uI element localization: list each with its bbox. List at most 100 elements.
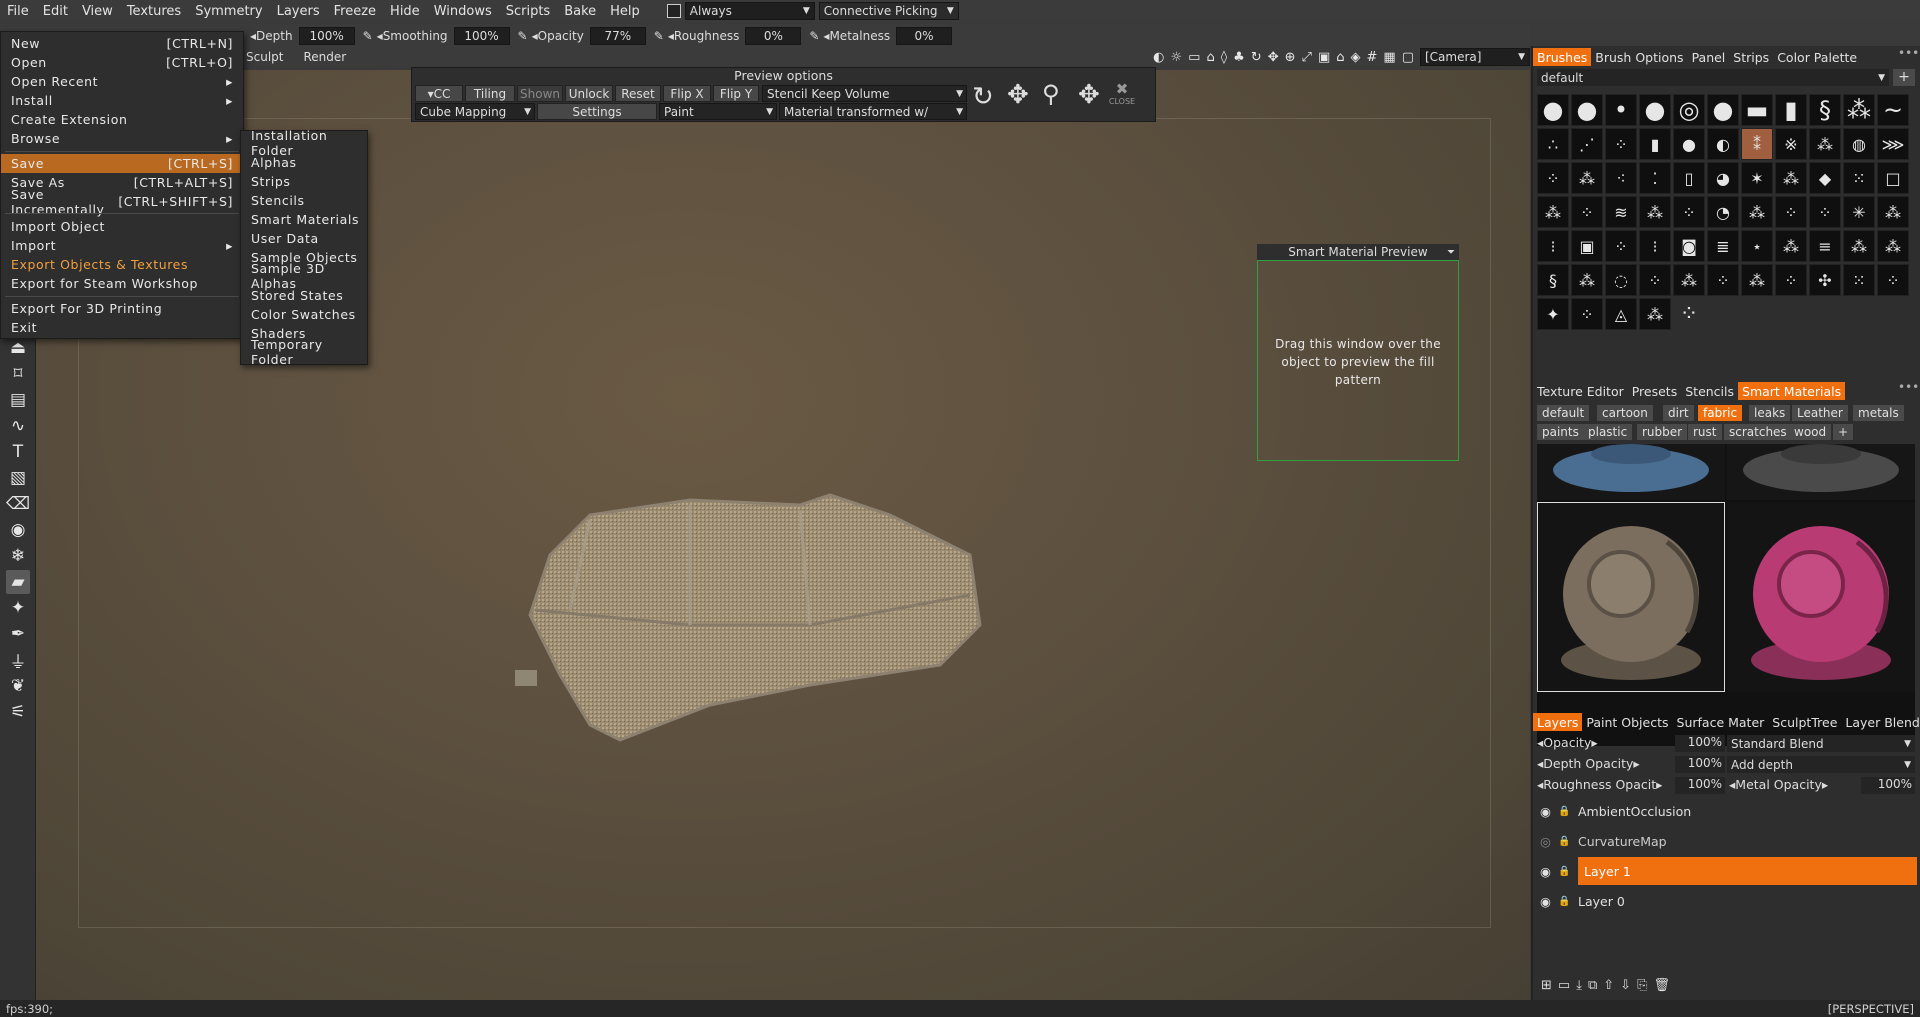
brush-alpha-thumb[interactable]: ⁙ (1843, 162, 1875, 194)
layer-row[interactable]: ◎ 🔒 CurvatureMap (1537, 826, 1917, 856)
drop-icon[interactable]: ◊ (1221, 50, 1227, 65)
brush-alpha-thumb[interactable]: ⁘ (1571, 298, 1603, 330)
tab-sculpt-tree[interactable]: SculptTree (1768, 713, 1841, 731)
tab-panel[interactable]: Panel (1688, 48, 1730, 66)
rotate-icon[interactable]: ↻ (972, 82, 994, 112)
eraser-tool-icon[interactable]: ⌫ (6, 492, 30, 516)
menu-symmetry[interactable]: Symmetry (188, 4, 269, 19)
brush-alpha-thumb[interactable]: ⁂ (1571, 264, 1603, 296)
smart-material-preview-window[interactable]: Drag this window over the object to prev… (1257, 260, 1459, 461)
category-metals[interactable]: metals (1853, 405, 1904, 421)
depth-field[interactable]: 100% (298, 27, 355, 45)
brush-alpha-thumb[interactable]: ● (1707, 94, 1739, 126)
category-plastic[interactable]: plastic (1583, 424, 1633, 440)
brush-alpha-thumb[interactable]: ◙ (1673, 230, 1705, 262)
move-down-icon[interactable]: ⇩ (1620, 978, 1631, 993)
camera-dropdown[interactable]: [Camera] ▼ (1420, 48, 1530, 66)
menu-view[interactable]: View (75, 4, 120, 19)
brush-alpha-thumb[interactable]: ▮ (1639, 128, 1671, 160)
brush-alpha-thumb[interactable]: ⁂ (1741, 196, 1773, 228)
category-paints[interactable]: paints (1537, 424, 1584, 440)
brush-icon[interactable]: ▭ (1188, 50, 1200, 65)
brush-alpha-thumb[interactable]: ⁂ (1537, 196, 1569, 228)
brush-alpha-thumb[interactable]: ⁝ (1537, 230, 1569, 262)
always-checkbox[interactable] (666, 4, 681, 18)
tab-layer-blending[interactable]: Layer Blendin (1841, 713, 1920, 731)
light-icon[interactable]: ☼ (1171, 50, 1183, 65)
menu-item-browse[interactable]: Browse ▸ (1, 129, 243, 148)
metalness-field[interactable]: 0% (896, 27, 953, 45)
tab-brush-options[interactable]: Brush Options (1591, 48, 1687, 66)
material-thumb-blue[interactable] (1537, 444, 1725, 500)
brush-alpha-thumb[interactable]: ⁘ (1877, 264, 1909, 296)
category-scratches[interactable]: scratches (1724, 424, 1792, 440)
brush-alpha-thumb[interactable]: ▣ (1571, 230, 1603, 262)
move-icon[interactable]: ✥ (1007, 80, 1029, 110)
rotate-icon[interactable]: ↻ (1251, 50, 1262, 65)
eye-icon[interactable]: ◉ (1540, 864, 1558, 879)
brush-alpha-thumb[interactable]: ⁂ (1843, 94, 1875, 126)
layer-row[interactable]: ◉ 🔒 AmbientOcclusion (1537, 796, 1917, 826)
3d-object[interactable] (510, 475, 990, 775)
brush-alpha-thumb[interactable]: ◍ (1843, 128, 1875, 160)
material-thumb-pink[interactable] (1727, 502, 1915, 692)
ruler-tool-icon[interactable]: ⚟ (6, 700, 30, 724)
tab-paint-objects[interactable]: Paint Objects (1582, 713, 1672, 731)
category-fabric[interactable]: fabric (1698, 405, 1743, 421)
submenu-item[interactable]: Temporary Folder (251, 337, 367, 367)
brush-alpha-thumb[interactable]: ⁙ (1843, 264, 1875, 296)
category-rust[interactable]: rust (1688, 424, 1722, 440)
more-icon[interactable]: ••• (1898, 46, 1919, 60)
lasso-tool-icon[interactable]: ⌑ (6, 362, 30, 386)
add-brush-icon[interactable]: + (1893, 69, 1915, 86)
menu-item-export-steam-workshop[interactable]: Export for Steam Workshop (1, 274, 243, 293)
new-folder-icon[interactable]: ▭ (1558, 978, 1570, 993)
brush-alpha-thumb[interactable]: ▮ (1775, 94, 1807, 126)
material-thumb-dark[interactable] (1727, 444, 1915, 500)
brush-alpha-thumb[interactable]: ⁘ (1775, 196, 1807, 228)
fill-tool-icon[interactable]: ▧ (6, 466, 30, 490)
tiling-button[interactable]: Tiling (465, 85, 515, 102)
brush-alpha-thumb[interactable]: ⁘ (1809, 196, 1841, 228)
menu-help[interactable]: Help (603, 4, 647, 19)
page-tool-icon[interactable]: ▤ (6, 388, 30, 412)
category-dirt[interactable]: dirt (1663, 405, 1694, 421)
layer-opacity-field[interactable]: 100% (1675, 735, 1725, 752)
brush-alpha-thumb[interactable]: ⋰ (1571, 128, 1603, 160)
delete-icon[interactable]: 🗑 (1653, 978, 1670, 993)
brush-alpha-thumb[interactable]: ⁂ (1775, 230, 1807, 262)
submenu-item[interactable]: Installation Folder (251, 128, 367, 158)
submenu-item[interactable]: Stored States (251, 286, 343, 304)
flip-x-button[interactable]: Flip X (663, 85, 711, 102)
brush-alpha-thumb[interactable]: ⁂ (1741, 264, 1773, 296)
brush-alpha-thumb[interactable]: ✦ (1537, 298, 1569, 330)
brush-alpha-thumb[interactable]: ⁑ (1741, 128, 1773, 160)
tab-presets[interactable]: Presets (1628, 382, 1682, 400)
brush-alpha-thumb[interactable]: ⁂ (1571, 162, 1603, 194)
brush-alpha-thumb[interactable]: § (1809, 94, 1841, 126)
brush-alpha-thumb[interactable]: ⁂ (1673, 264, 1705, 296)
menu-item-save[interactable]: Save [CTRL+S] (1, 154, 243, 173)
brush-alpha-thumb[interactable]: ≣ (1707, 230, 1739, 262)
submenu-item[interactable]: Stencils (251, 191, 305, 209)
lock-icon[interactable]: 🔒 (1558, 836, 1572, 847)
brush-alpha-thumb[interactable]: ● (1673, 128, 1705, 160)
brush-alpha-thumb[interactable]: ⁘ (1605, 230, 1637, 262)
layer-row[interactable]: ◉ 🔒 Layer 1 (1537, 856, 1917, 886)
iron-tool-icon[interactable]: ⏚ (6, 648, 30, 673)
mapping-dropdown[interactable]: Cube Mapping ▼ (415, 103, 535, 120)
eye-hidden-icon[interactable]: ◎ (1540, 834, 1558, 849)
brush-alpha-thumb[interactable]: ⁘ (1639, 264, 1671, 296)
cube-icon[interactable]: ◈ (1351, 50, 1361, 65)
text-tool-icon[interactable]: T (6, 440, 30, 464)
wand-tool-icon[interactable]: ✦ (6, 596, 30, 620)
blend-mode-dropdown[interactable]: Standard Blend ▼ (1727, 735, 1915, 752)
pin-icon[interactable]: ⏷ (1447, 247, 1455, 258)
category-rubber[interactable]: rubber (1637, 424, 1688, 440)
category-wood[interactable]: wood (1789, 424, 1832, 440)
depth-mode-dropdown[interactable]: Add depth ▼ (1727, 756, 1915, 773)
tab-surface-materials[interactable]: Surface Mater (1673, 713, 1769, 731)
roughness-field[interactable]: 0% (745, 27, 802, 45)
brush-alpha-thumb[interactable]: § (1537, 264, 1569, 296)
brush-alpha-thumb[interactable]: ✳ (1843, 196, 1875, 228)
